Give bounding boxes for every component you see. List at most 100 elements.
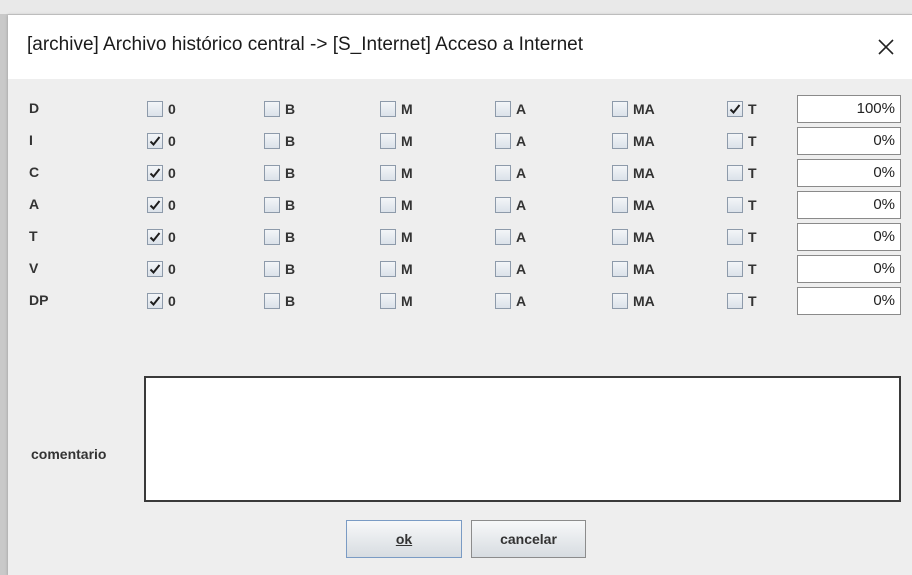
checkbox[interactable] [495,133,511,149]
checkbox-option[interactable]: B [264,99,295,119]
checkbox-option[interactable]: MA [612,195,655,215]
checkbox[interactable] [147,101,163,117]
checkbox-option[interactable]: MA [612,291,655,311]
checkbox[interactable] [380,229,396,245]
checkbox-option[interactable]: 0 [147,259,176,279]
checkbox[interactable] [495,165,511,181]
checkbox-option[interactable]: A [495,99,526,119]
checkbox-label: T [748,293,757,309]
checkbox-option[interactable]: M [380,163,413,183]
checkbox[interactable] [495,101,511,117]
checkbox[interactable] [612,261,628,277]
checkbox[interactable] [727,229,743,245]
checkbox[interactable] [495,229,511,245]
checkbox[interactable] [380,165,396,181]
percent-field[interactable]: 0% [797,223,901,251]
percent-field[interactable]: 0% [797,159,901,187]
checkbox[interactable] [380,261,396,277]
checkbox-option[interactable]: T [727,131,757,151]
checkbox-option[interactable]: T [727,259,757,279]
checkbox-option[interactable]: T [727,291,757,311]
checkbox[interactable] [727,261,743,277]
percent-field[interactable]: 0% [797,287,901,315]
checkbox-option[interactable]: MA [612,227,655,247]
row-label: C [29,164,40,180]
checkbox[interactable] [147,261,163,277]
checkbox-option[interactable]: B [264,227,295,247]
percent-field[interactable]: 0% [797,127,901,155]
checkbox[interactable] [264,293,280,309]
checkbox[interactable] [380,197,396,213]
checkbox-option[interactable]: 0 [147,195,176,215]
checkbox-label: 0 [168,101,176,117]
checkbox[interactable] [612,229,628,245]
checkbox[interactable] [147,133,163,149]
checkbox[interactable] [495,197,511,213]
checkbox[interactable] [380,293,396,309]
close-button[interactable] [860,15,912,79]
checkbox-option[interactable]: A [495,195,526,215]
checkbox[interactable] [264,133,280,149]
checkbox[interactable] [147,229,163,245]
checkbox[interactable] [264,165,280,181]
checkbox-option[interactable]: T [727,195,757,215]
checkbox-option[interactable]: 0 [147,163,176,183]
checkbox-option[interactable]: B [264,163,295,183]
checkbox[interactable] [612,293,628,309]
ok-button[interactable]: ok [346,520,462,558]
checkbox-option[interactable]: B [264,291,295,311]
checkbox-option[interactable]: T [727,163,757,183]
checkbox[interactable] [612,101,628,117]
checkbox[interactable] [727,165,743,181]
checkbox[interactable] [727,101,743,117]
checkbox-label: MA [633,197,655,213]
checkbox-option[interactable]: MA [612,99,655,119]
checkbox[interactable] [264,197,280,213]
checkbox-option[interactable]: M [380,291,413,311]
checkbox-option[interactable]: MA [612,163,655,183]
checkbox-option[interactable]: B [264,131,295,151]
checkbox-option[interactable]: A [495,131,526,151]
checkbox-option[interactable]: 0 [147,131,176,151]
checkbox-option[interactable]: 0 [147,99,176,119]
checkbox-option[interactable]: MA [612,131,655,151]
checkbox-option[interactable]: B [264,259,295,279]
checkbox[interactable] [727,133,743,149]
checkbox-option[interactable]: A [495,163,526,183]
percent-field[interactable]: 0% [797,191,901,219]
checkbox-option[interactable]: M [380,131,413,151]
checkbox[interactable] [727,197,743,213]
checkbox[interactable] [264,101,280,117]
checkbox-option[interactable]: A [495,259,526,279]
checkbox[interactable] [380,101,396,117]
checkbox-option[interactable]: T [727,99,757,119]
checkbox[interactable] [612,197,628,213]
checkbox[interactable] [147,197,163,213]
checkbox-option[interactable]: M [380,259,413,279]
comment-textarea[interactable] [144,376,901,502]
checkbox-option[interactable]: MA [612,259,655,279]
checkbox-label: B [285,101,296,117]
checkbox-option[interactable]: M [380,99,413,119]
checkbox[interactable] [264,261,280,277]
checkbox[interactable] [147,293,163,309]
checkbox-option[interactable]: T [727,227,757,247]
percent-field[interactable]: 0% [797,255,901,283]
checkbox[interactable] [727,293,743,309]
checkbox-option[interactable]: M [380,227,413,247]
checkbox[interactable] [380,133,396,149]
checkbox[interactable] [147,165,163,181]
checkbox[interactable] [264,229,280,245]
checkbox-option[interactable]: 0 [147,227,176,247]
checkbox[interactable] [612,133,628,149]
checkbox-option[interactable]: A [495,227,526,247]
checkbox[interactable] [495,261,511,277]
checkbox-option[interactable]: M [380,195,413,215]
checkbox-option[interactable]: B [264,195,295,215]
checkbox[interactable] [612,165,628,181]
checkbox-option[interactable]: A [495,291,526,311]
checkbox[interactable] [495,293,511,309]
checkbox-option[interactable]: 0 [147,291,176,311]
percent-field[interactable]: 100% [797,95,901,123]
cancel-button[interactable]: cancelar [471,520,586,558]
